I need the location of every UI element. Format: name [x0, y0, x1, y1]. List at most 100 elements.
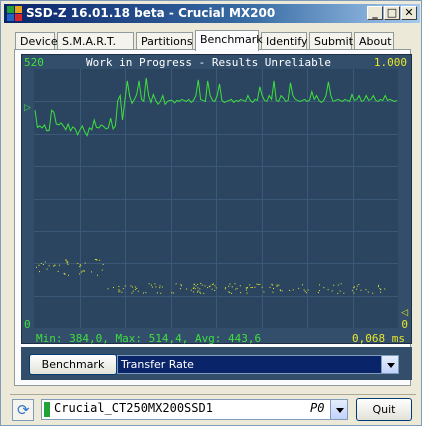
latency-sample-point	[367, 291, 369, 293]
latency-sample-point	[79, 273, 81, 275]
chevron-down-icon[interactable]	[330, 400, 347, 419]
latency-sample-point	[151, 286, 153, 288]
latency-sample-point	[81, 270, 83, 272]
latency-sample-point	[199, 291, 201, 293]
latency-sample-point	[67, 261, 69, 263]
latency-sample-point	[351, 290, 353, 292]
latency-sample-point	[194, 288, 196, 290]
latency-sample-point	[356, 285, 358, 287]
latency-sample-point	[211, 288, 213, 290]
latency-sample-point	[137, 290, 139, 292]
latency-sample-point	[380, 289, 382, 291]
latency-sample-point	[234, 283, 236, 285]
latency-sample-point	[193, 291, 195, 293]
latency-sample-point	[53, 265, 55, 267]
latency-sample-point	[122, 288, 124, 290]
latency-sample-point	[38, 264, 40, 266]
title-bar[interactable]: SSD-Z 16.01.18 beta - Crucial MX200 _ □ …	[4, 4, 420, 23]
tab-benchmark[interactable]: Benchmark	[195, 30, 263, 51]
latency-sample-point	[119, 290, 121, 292]
window-title: SSD-Z 16.01.18 beta - Crucial MX200	[26, 6, 276, 20]
latency-sample-point	[107, 288, 109, 290]
latency-sample-point	[40, 262, 42, 264]
chevron-down-icon[interactable]	[381, 356, 398, 373]
latency-sample-point	[303, 289, 305, 291]
latency-sample-point	[121, 291, 123, 293]
tab-about[interactable]: About	[354, 32, 394, 50]
latency-sample-point	[113, 286, 114, 288]
latency-sample-point	[379, 288, 381, 290]
latency-sample-point	[327, 289, 329, 291]
latency-sample-point	[124, 285, 126, 287]
latency-sample-point	[231, 292, 233, 294]
latency-sample-point	[180, 284, 182, 286]
latency-sample-point	[281, 290, 283, 292]
latency-sample-point	[317, 292, 319, 294]
latency-sample-point	[57, 270, 59, 272]
benchmark-button[interactable]: Benchmark	[29, 354, 117, 375]
latency-sample-point	[66, 262, 68, 264]
tab-smart[interactable]: S.M.A.R.T.	[57, 32, 134, 50]
latency-sample-point	[372, 292, 374, 294]
tab-identify[interactable]: Identify	[261, 32, 308, 50]
latency-sample-point	[155, 286, 157, 288]
latency-sample-point	[356, 288, 358, 290]
latency-sample-point	[304, 290, 306, 292]
app-window: SSD-Z 16.01.18 beta - Crucial MX200 _ □ …	[0, 0, 422, 426]
latency-sample-point	[181, 285, 182, 287]
y-min-left-label: 0	[24, 318, 31, 331]
maximize-button[interactable]: □	[384, 6, 400, 20]
latency-sample-point	[298, 287, 300, 289]
latency-sample-point	[150, 284, 152, 286]
tab-device[interactable]: Device	[15, 32, 58, 50]
latency-sample-point	[195, 285, 197, 287]
latency-sample-point	[48, 265, 50, 267]
throughput-marker-icon: ▷	[24, 103, 31, 113]
tab-submit[interactable]: Submit	[309, 32, 353, 50]
latency-sample-point	[175, 283, 177, 285]
mode-select[interactable]: Transfer Rate	[117, 355, 399, 374]
quit-button[interactable]: Quit	[356, 398, 412, 421]
latency-sample-point	[378, 286, 379, 288]
latency-sample-point	[193, 286, 195, 288]
latency-sample-point	[79, 264, 81, 266]
latency-sample-point	[207, 287, 209, 289]
chart-banner: Work in Progress - Results Unreliable	[86, 56, 332, 69]
latency-sample-point	[91, 271, 92, 273]
latency-sample-point	[305, 292, 307, 294]
drive-select[interactable]: Crucial_CT250MX200SSD1 P0	[41, 399, 348, 420]
latency-sample-point	[36, 266, 37, 268]
latency-sample-point	[77, 262, 79, 264]
latency-sample-point	[271, 284, 273, 286]
latency-sample-point	[380, 291, 381, 293]
latency-sample-point	[171, 292, 173, 294]
latency-sample-point	[186, 288, 188, 290]
close-button[interactable]: ✕	[401, 6, 417, 20]
latency-sample-point	[39, 271, 40, 273]
y-max-left-label: 520	[24, 56, 44, 69]
latency-sample-point	[269, 286, 271, 288]
latency-sample-point	[201, 284, 203, 286]
latency-sample-point	[256, 283, 258, 285]
latency-sample-point	[250, 287, 252, 288]
latency-sample-point	[215, 287, 217, 289]
stats-readout: Min: 384,0, Max: 514,4, Avg: 443,6	[36, 332, 262, 345]
latency-sample-point	[251, 287, 253, 288]
latency-sample-point	[83, 270, 85, 272]
latency-sample-point	[365, 289, 367, 291]
latency-sample-point	[118, 286, 120, 287]
latency-sample-point	[134, 288, 136, 290]
tab-partitions[interactable]: Partitions	[136, 32, 193, 50]
latency-sample-point	[240, 292, 242, 294]
latency-sample-point	[292, 289, 294, 291]
latency-sample-point	[131, 286, 133, 288]
latency-sample-point	[80, 265, 82, 267]
latency-sample-point	[84, 262, 86, 264]
latency-sample-point	[214, 290, 216, 291]
latency-sample-point	[211, 283, 213, 285]
minimize-button[interactable]: _	[367, 6, 383, 20]
mode-select-value: Transfer Rate	[121, 358, 194, 371]
latency-sample-point	[102, 263, 104, 265]
latency-sample-point	[273, 288, 274, 289]
refresh-button[interactable]: ⟳	[12, 399, 34, 421]
